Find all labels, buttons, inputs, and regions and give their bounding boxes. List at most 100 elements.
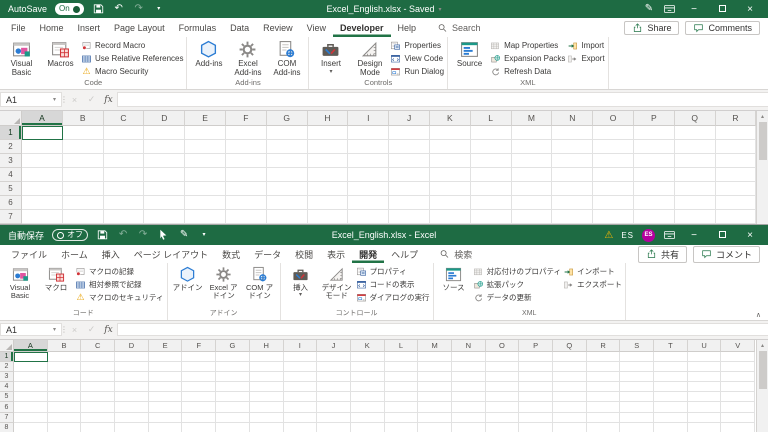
cell-R5[interactable]: [715, 182, 756, 196]
insert-control-button[interactable]: 挿入 ▾: [284, 264, 318, 308]
close-button[interactable]: ×: [740, 230, 760, 241]
cell-J7[interactable]: [317, 412, 351, 423]
minimize-button[interactable]: −: [684, 4, 704, 15]
use-relative-references-button[interactable]: 相対参照で記録: [75, 280, 164, 290]
cell-N6[interactable]: [451, 402, 486, 413]
cell-R5[interactable]: [586, 392, 621, 403]
cell-F1[interactable]: [182, 352, 217, 363]
cell-H8[interactable]: [249, 422, 284, 432]
formula-input[interactable]: [117, 323, 768, 336]
column-header-R[interactable]: R: [715, 111, 756, 126]
cell-G4[interactable]: [216, 382, 250, 393]
column-header-A[interactable]: A: [14, 340, 48, 352]
cell-M3[interactable]: [511, 154, 553, 168]
cell-H7[interactable]: [307, 210, 349, 224]
cell-S8[interactable]: [620, 422, 655, 432]
row-header-8[interactable]: 8: [0, 422, 14, 432]
cell-I4[interactable]: [348, 168, 390, 182]
column-header-K[interactable]: K: [350, 340, 385, 352]
cell-O6[interactable]: [593, 196, 634, 210]
cell-M8[interactable]: [418, 422, 452, 432]
cell-E5[interactable]: [185, 182, 226, 196]
cell-F2[interactable]: [182, 362, 217, 373]
cell-Q8[interactable]: [553, 422, 587, 432]
cell-K5[interactable]: [429, 182, 471, 196]
column-header-F[interactable]: F: [182, 340, 217, 352]
cell-T2[interactable]: [654, 362, 688, 373]
row-header-2[interactable]: 2: [0, 140, 22, 154]
cell-R3[interactable]: [586, 372, 621, 383]
properties-button[interactable]: Properties: [390, 41, 444, 51]
cell-K7[interactable]: [350, 412, 385, 423]
column-header-D[interactable]: D: [144, 111, 186, 126]
cell-D8[interactable]: [115, 422, 149, 432]
row-header-7[interactable]: 7: [0, 412, 14, 423]
vertical-scrollbar[interactable]: ▴: [756, 111, 768, 224]
row-header-5[interactable]: 5: [0, 182, 22, 196]
visual-basic-button[interactable]: Visual Basic: [3, 264, 37, 308]
cell-H1[interactable]: [249, 352, 284, 363]
column-header-L[interactable]: L: [470, 111, 512, 126]
cell-U1[interactable]: [687, 352, 722, 363]
cell-C5[interactable]: [81, 392, 116, 403]
cell-C3[interactable]: [81, 372, 116, 383]
cell-N5[interactable]: [451, 392, 486, 403]
cell-P1[interactable]: [633, 126, 675, 140]
column-header-G[interactable]: G: [266, 111, 308, 126]
cell-A7[interactable]: [22, 210, 63, 224]
cell-D1[interactable]: [144, 126, 186, 140]
column-header-C[interactable]: C: [103, 111, 145, 126]
cell-B6[interactable]: [62, 196, 104, 210]
expansion-packs-button[interactable]: 拡張パック: [473, 280, 562, 290]
cell-O7[interactable]: [485, 412, 520, 423]
cell-Q3[interactable]: [553, 372, 587, 383]
column-header-B[interactable]: B: [47, 340, 82, 352]
cell-C1[interactable]: [81, 352, 116, 363]
name-box-dropdown-icon[interactable]: ▾: [53, 96, 56, 103]
column-header-P[interactable]: P: [519, 340, 553, 352]
cell-R6[interactable]: [586, 402, 621, 413]
ribbon-display-options-icon[interactable]: [663, 3, 676, 15]
cell-R8[interactable]: [586, 422, 621, 432]
design-mode-button[interactable]: Design Mode: [351, 38, 388, 77]
row-header-4[interactable]: 4: [0, 168, 22, 182]
cell-F6[interactable]: [182, 402, 217, 413]
column-header-R[interactable]: R: [586, 340, 621, 352]
cell-D3[interactable]: [115, 372, 149, 383]
comments-button[interactable]: Comments: [685, 20, 760, 35]
cell-P7[interactable]: [633, 210, 675, 224]
cell-H6[interactable]: [249, 402, 284, 413]
save-button[interactable]: [92, 3, 105, 15]
cell-K3[interactable]: [350, 372, 385, 383]
cell-A5[interactable]: [22, 182, 63, 196]
cell-K4[interactable]: [350, 382, 385, 393]
cell-T3[interactable]: [654, 372, 688, 383]
row-header-1[interactable]: 1: [0, 352, 14, 363]
cell-P7[interactable]: [519, 412, 553, 423]
cell-L1[interactable]: [384, 352, 419, 363]
cell-F5[interactable]: [182, 392, 217, 403]
view-code-button[interactable]: コードの表示: [356, 280, 430, 290]
cell-N1[interactable]: [552, 126, 594, 140]
cell-I7[interactable]: [348, 210, 390, 224]
cell-B3[interactable]: [47, 372, 82, 383]
column-header-F[interactable]: F: [225, 111, 267, 126]
cell-J5[interactable]: [389, 182, 430, 196]
cell-L2[interactable]: [470, 140, 512, 154]
cell-K2[interactable]: [350, 362, 385, 373]
cell-G5[interactable]: [266, 182, 308, 196]
pen-mode-icon[interactable]: ✎: [643, 4, 655, 14]
cell-R1[interactable]: [586, 352, 621, 363]
cell-B5[interactable]: [62, 182, 104, 196]
cell-F8[interactable]: [182, 422, 217, 432]
expansion-packs-button[interactable]: Expansion Packs: [490, 54, 565, 64]
cell-D6[interactable]: [115, 402, 149, 413]
cell-A8[interactable]: [14, 422, 48, 432]
cell-Q1[interactable]: [553, 352, 587, 363]
name-box[interactable]: A1 ▾: [0, 323, 62, 336]
scrollbar-thumb[interactable]: [758, 351, 767, 389]
refresh-data-button[interactable]: Refresh Data: [490, 67, 565, 77]
cell-I4[interactable]: [283, 382, 318, 393]
cell-G7[interactable]: [216, 412, 250, 423]
cell-Q2[interactable]: [553, 362, 587, 373]
